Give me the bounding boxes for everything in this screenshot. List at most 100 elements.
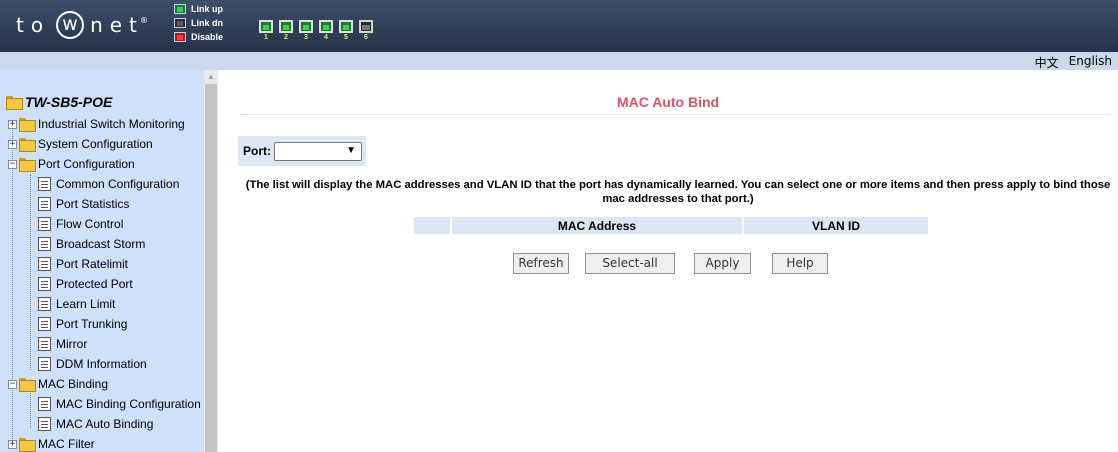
port-1[interactable]: 1 (256, 20, 276, 42)
apply-button[interactable]: Apply (694, 253, 751, 274)
sidebar-item-label: Broadcast Storm (56, 237, 146, 251)
sidebar-item-mac-binding-configuration[interactable]: MAC Binding Configuration (38, 395, 201, 413)
legend-link-down: Link dn (174, 16, 223, 30)
port-label: Port: (243, 144, 271, 158)
page-icon (38, 317, 51, 331)
legend-disable: Disable (174, 30, 223, 44)
sidebar-item-broadcast-storm[interactable]: Broadcast Storm (38, 235, 145, 253)
language-english-link[interactable]: English (1069, 54, 1112, 71)
disable-icon (174, 32, 186, 42)
port-status-legend: Link up Link dn Disable (174, 2, 223, 44)
port-select[interactable]: ▼ (274, 141, 362, 161)
ethernet-port-icon (339, 20, 353, 33)
brand-logo: to w net ® (16, 11, 148, 39)
page-icon (38, 397, 51, 411)
sidebar-item-label: Port Ratelimit (56, 257, 129, 271)
logo-registered: ® (139, 15, 148, 25)
port-3[interactable]: 3 (296, 20, 316, 42)
sidebar-item-mac-auto-binding[interactable]: MAC Auto Binding (38, 415, 153, 433)
page-icon (38, 297, 51, 311)
sidebar-item-port-trunking[interactable]: Port Trunking (38, 315, 127, 333)
page-icon (38, 177, 51, 191)
port-number: 6 (364, 34, 368, 41)
expand-icon[interactable]: + (8, 439, 17, 449)
tree-connector (30, 388, 31, 428)
sidebar-item-label: Learn Limit (56, 297, 116, 311)
sidebar-item-label: MAC Binding Configuration (56, 397, 201, 411)
sidebar-item-label: Port Statistics (56, 197, 130, 211)
sidebar-item-label: Mirror (56, 337, 88, 351)
sidebar-item-system-configuration[interactable]: + System Configuration (8, 135, 153, 153)
sidebar-scrollbar[interactable]: ▲ (204, 70, 218, 452)
sidebar-item-ddm-information[interactable]: DDM Information (38, 355, 147, 373)
port-4[interactable]: 4 (316, 20, 336, 42)
folder-icon (19, 438, 36, 452)
sidebar-item-label: Port Trunking (56, 317, 128, 331)
page-icon (38, 197, 51, 211)
title-divider (240, 114, 1110, 115)
info-text: (The list will display the MAC addresses… (245, 179, 1111, 205)
sidebar-item-mac-binding[interactable]: − MAC Binding (8, 375, 108, 393)
port-2[interactable]: 2 (276, 20, 296, 42)
sidebar-item-protected-port[interactable]: Protected Port (38, 275, 133, 293)
sidebar-item-common-configuration[interactable]: Common Configuration (38, 175, 179, 193)
page-icon (38, 257, 51, 271)
legend-link-up: Link up (174, 2, 223, 16)
scroll-up-icon[interactable]: ▲ (204, 70, 218, 84)
sidebar-item-label: Common Configuration (56, 177, 180, 191)
expand-icon[interactable]: + (8, 139, 17, 149)
legend-label: Link dn (191, 18, 223, 28)
collapse-icon[interactable]: − (8, 379, 17, 389)
sidebar-item-learn-limit[interactable]: Learn Limit (38, 295, 115, 313)
page-title: MAC Auto Bind (616, 94, 720, 110)
ethernet-port-icon (319, 20, 333, 33)
language-bar: 中文 English (0, 52, 1118, 70)
legend-label: Disable (191, 32, 224, 42)
port-5[interactable]: 5 (336, 20, 356, 42)
logo-text-pre: to (16, 13, 51, 37)
select-all-button[interactable]: Select-all (585, 253, 675, 274)
port-6[interactable]: 6 (356, 20, 376, 42)
main-content: MAC Auto Bind Port: ▼ (The list will dis… (218, 70, 1118, 452)
vlan-id-column-header: VLAN ID (744, 217, 928, 234)
ethernet-port-icon (279, 20, 293, 33)
sidebar-item-port-statistics[interactable]: Port Statistics (38, 195, 129, 213)
scrollbar-thumb[interactable] (205, 84, 217, 452)
port-number: 2 (284, 34, 288, 41)
expand-icon[interactable]: + (8, 119, 17, 129)
language-chinese-link[interactable]: 中文 (1035, 54, 1059, 71)
page-icon (38, 217, 51, 231)
language-switcher: 中文 English (1035, 54, 1112, 71)
select-column-header (414, 217, 452, 234)
tree-connector (30, 174, 31, 370)
sidebar-item-label: DDM Information (56, 357, 147, 371)
help-button[interactable]: Help (772, 253, 828, 274)
ethernet-port-icon (259, 20, 273, 33)
tree-root[interactable]: TW-SB5-POE (6, 94, 112, 110)
port-number: 1 (264, 34, 268, 41)
sidebar-item-mirror[interactable]: Mirror (38, 335, 87, 353)
logo-ring: w (56, 11, 85, 39)
sidebar-item-label: Port Configuration (38, 157, 135, 171)
folder-icon (19, 118, 36, 132)
sidebar-tree: TW-SB5-POE + Industrial Switch Monitorin… (0, 70, 204, 452)
sidebar-item-label: MAC Binding (38, 377, 109, 391)
sidebar-item-label: MAC Auto Binding (56, 417, 154, 431)
legend-label: Link up (191, 4, 223, 14)
sidebar-item-industrial-switch-monitoring[interactable]: + Industrial Switch Monitoring (8, 115, 185, 133)
open-folder-icon (19, 378, 36, 392)
sidebar-item-mac-filter[interactable]: + MAC Filter (8, 435, 95, 452)
ethernet-port-icon (299, 20, 313, 33)
device-name: TW-SB5-POE (25, 94, 113, 110)
port-number: 5 (344, 34, 348, 41)
sidebar-item-port-ratelimit[interactable]: Port Ratelimit (38, 255, 128, 273)
page-icon (38, 417, 51, 431)
mac-address-table: MAC Address VLAN ID (414, 217, 928, 234)
sidebar-item-flow-control[interactable]: Flow Control (38, 215, 123, 233)
page-icon (38, 337, 51, 351)
sfp-port-icon (359, 20, 373, 33)
sidebar-item-port-configuration[interactable]: − Port Configuration (8, 155, 135, 173)
refresh-button[interactable]: Refresh (513, 253, 569, 274)
header-bar: to w net ® Link up Link dn Disable 1 2 3 (0, 0, 1118, 52)
collapse-icon[interactable]: − (8, 159, 17, 169)
